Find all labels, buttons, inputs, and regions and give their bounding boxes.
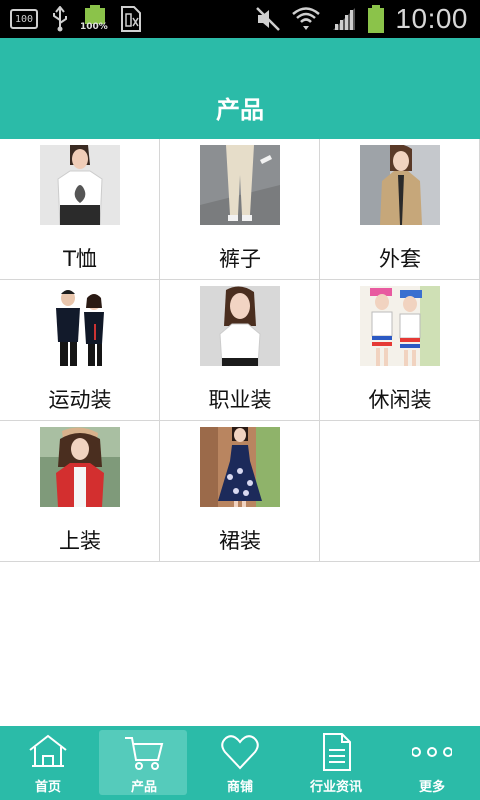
status-left: 100 100% [10, 5, 142, 33]
nav-label: 商铺 [226, 780, 253, 795]
battery-percent-text: 100% [80, 22, 108, 32]
battery-full-small-icon: 100% [80, 5, 108, 33]
signal-icon [333, 8, 356, 30]
tshirt-photo [40, 145, 120, 225]
product-cell-coat[interactable]: 外套 [320, 139, 480, 280]
product-cell-tshirt[interactable]: T恤 [0, 139, 160, 280]
app-header: 产品 [0, 38, 480, 139]
usb-icon [53, 6, 67, 32]
sim-card-icon [121, 6, 141, 32]
workwear-photo [200, 286, 280, 366]
product-label: 裙装 [219, 529, 261, 553]
mute-icon [256, 7, 281, 31]
home-icon [29, 734, 67, 767]
product-cell-tops[interactable]: 上装 [0, 421, 160, 562]
status-time: 10:00 [395, 3, 468, 34]
product-label: 职业装 [208, 388, 272, 412]
nav-industry-news[interactable]: 行业资讯 [288, 726, 384, 800]
heart-icon [221, 735, 259, 770]
empty-cell [320, 421, 480, 562]
notification-box-icon: 100 [10, 9, 38, 29]
nav-label: 产品 [130, 780, 157, 795]
app-screen: 100 100% 10:00 产品 T恤 裤子 外套 运动装 职业装 休闲装 上… [0, 0, 480, 800]
more-icon [412, 747, 452, 757]
wifi-icon [292, 7, 321, 30]
coat-photo [360, 145, 440, 225]
page-title: 产品 [216, 96, 264, 124]
product-cell-workwear[interactable]: 职业装 [160, 280, 320, 421]
product-label: 上装 [59, 529, 101, 553]
product-cell-pants[interactable]: 裤子 [160, 139, 320, 280]
sportswear-photo [40, 286, 120, 366]
nav-home[interactable]: 首页 [0, 726, 96, 800]
product-label: T恤 [63, 247, 97, 271]
bottom-nav: 首页 产品 商铺 行业资讯 更多 [0, 726, 480, 800]
nav-label: 更多 [418, 780, 445, 795]
product-cell-dress[interactable]: 裙装 [160, 421, 320, 562]
product-cell-sportswear[interactable]: 运动装 [0, 280, 160, 421]
pants-photo [200, 145, 280, 225]
nav-label: 首页 [34, 780, 61, 795]
nav-shop[interactable]: 商铺 [192, 726, 288, 800]
dress-photo [200, 427, 280, 507]
battery-icon [368, 5, 385, 33]
product-label: 外套 [379, 247, 421, 271]
cart-icon [125, 737, 164, 770]
product-cell-casualwear[interactable]: 休闲装 [320, 280, 480, 421]
status-bar: 100 100% 10:00 [0, 0, 480, 38]
product-label: 运动装 [48, 388, 112, 412]
status-right: 10:00 [255, 3, 468, 35]
product-label: 裤子 [219, 247, 261, 271]
document-icon [323, 733, 351, 771]
tops-photo [40, 427, 120, 507]
nav-label: 行业资讯 [309, 780, 362, 795]
nav-products[interactable]: 产品 [96, 726, 192, 800]
product-label: 休闲装 [368, 388, 432, 412]
product-grid: T恤 裤子 外套 运动装 职业装 休闲装 上装 裙装 [0, 139, 480, 562]
casualwear-photo [360, 286, 440, 366]
nav-more[interactable]: 更多 [384, 726, 480, 800]
